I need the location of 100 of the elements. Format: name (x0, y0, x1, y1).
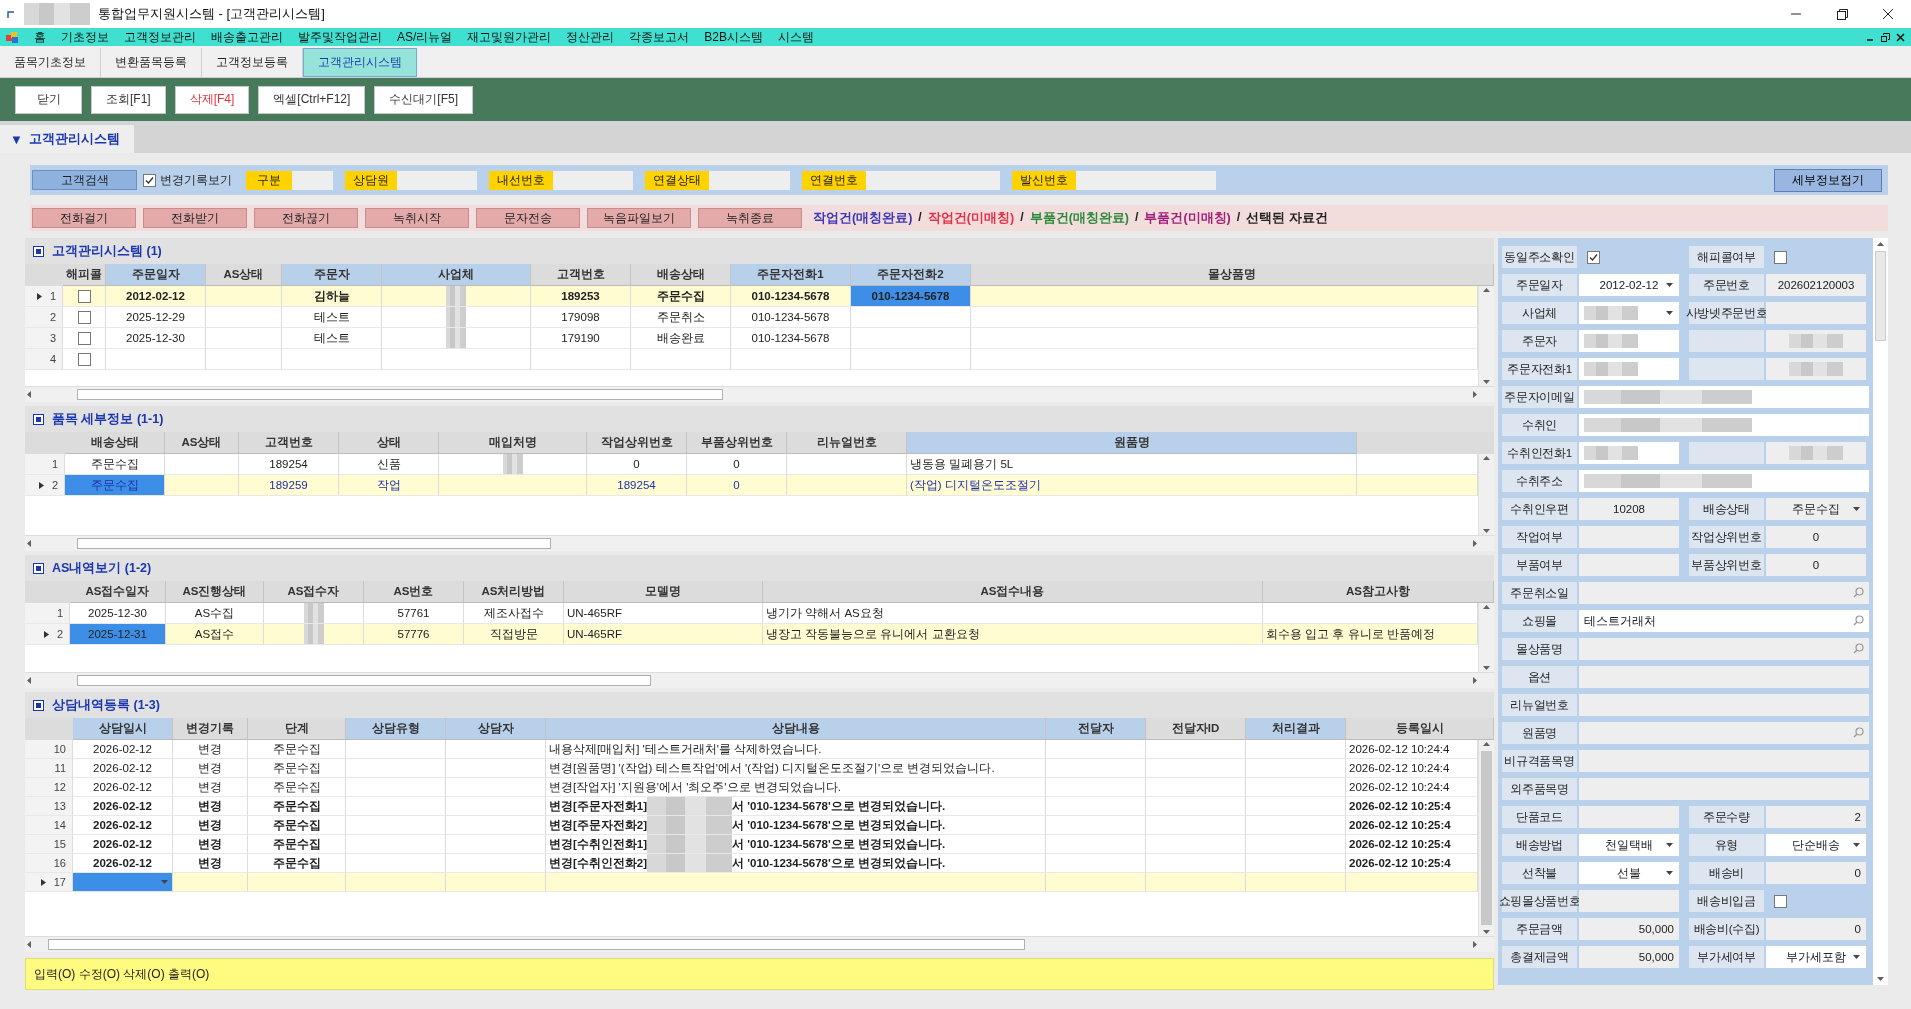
column-header[interactable]: AS번호 (364, 581, 464, 603)
call-button[interactable]: 문자전송 (476, 208, 580, 228)
search-icon[interactable] (1853, 643, 1864, 654)
input-field[interactable] (1076, 170, 1216, 190)
close-icon[interactable] (1896, 32, 1905, 42)
text-field[interactable]: 50,000 (1579, 918, 1679, 940)
vertical-scrollbar[interactable] (1478, 603, 1494, 672)
search-button[interactable]: 고객검색 (32, 170, 137, 190)
collapse-button[interactable]: 세부정보접기 (1774, 168, 1882, 192)
column-header[interactable]: AS진행상태 (166, 581, 264, 603)
column-header[interactable]: 변경기록 (173, 718, 248, 740)
column-header[interactable]: 단계 (248, 718, 346, 740)
scroll-right-icon[interactable] (1470, 676, 1479, 685)
call-button[interactable]: 녹취종료 (698, 208, 802, 228)
text-field[interactable] (1579, 526, 1679, 548)
checkbox[interactable] (77, 331, 91, 345)
table-row[interactable]: 11 2026-02-12 변경 주문수집 변경[원품명] '(작업) 테스트작업'에서 '(작업) 디지털온도조절기'으로 변경되었습니다. 2026-02-12 10:24:4 (25, 759, 1478, 778)
text-field[interactable]: 0 (1766, 862, 1866, 884)
column-header[interactable]: 부품상위번호 (687, 432, 787, 454)
horizontal-scrollbar[interactable] (25, 386, 1494, 402)
column-header[interactable]: 주문일자 (106, 264, 206, 286)
input-field[interactable] (553, 170, 633, 190)
column-header[interactable]: AS상태 (165, 432, 239, 454)
checkbox[interactable] (77, 289, 91, 303)
menu-item[interactable]: 고객정보관리 (124, 28, 196, 46)
search-field[interactable] (1579, 638, 1869, 660)
scroll-right-icon[interactable] (1470, 390, 1479, 399)
menu-item[interactable]: 시스템 (778, 28, 815, 46)
menu-item[interactable]: AS/리뉴얼 (397, 28, 453, 46)
column-header[interactable]: 해피콜 (63, 264, 106, 286)
horizontal-scrollbar[interactable] (25, 936, 1494, 952)
dropdown-field[interactable] (73, 873, 172, 891)
toolbar-button[interactable]: 닫기 (15, 85, 82, 114)
toolbar-button[interactable]: 수신대기[F5] (374, 85, 474, 114)
dropdown-field[interactable]: 주문수집 (1766, 498, 1866, 520)
collapse-arrow[interactable]: ▼ (10, 131, 23, 147)
scroll-left-icon[interactable] (25, 390, 34, 399)
column-header[interactable]: 주문자 (282, 264, 382, 286)
column-header[interactable]: 전달자 (1046, 718, 1146, 740)
text-field[interactable] (1579, 666, 1869, 688)
call-button[interactable]: 전화끊기 (254, 208, 358, 228)
table-row[interactable]: 16 2026-02-12 변경 주문수집 변경[수취인전화2] 서 '010-1234-5678'으로 변경되었습니다. 2026-02-12 10:25:4 (25, 854, 1478, 873)
restore-icon[interactable] (1881, 32, 1890, 42)
call-button[interactable]: 녹취시작 (365, 208, 469, 228)
column-header[interactable]: 배송상태 (631, 264, 731, 286)
column-header[interactable]: 매입처명 (439, 432, 587, 454)
text-field[interactable]: 202602120003 (1766, 274, 1866, 296)
table-row[interactable]: 1 2012-02-12 김하늘 189253 주문수집 010-1234-5678 010-1234-5678 (25, 286, 1478, 307)
menu-item[interactable]: 기초정보 (61, 28, 109, 46)
menu-item[interactable]: 재고및원가관리 (467, 28, 552, 46)
text-field[interactable] (1579, 386, 1869, 408)
scroll-up-icon[interactable] (1876, 240, 1885, 249)
column-header[interactable]: 작업상위번호 (587, 432, 687, 454)
table-row[interactable]: 12 2026-02-12 변경 주문수집 변경[작업자] '지원용'에서 '최오주'으로 변경되었습니다. 2026-02-12 10:24:4 (25, 778, 1478, 797)
search-icon[interactable] (1853, 727, 1864, 738)
column-header[interactable]: 주문자전화2 (851, 264, 971, 286)
column-header[interactable]: AS접수자 (264, 581, 364, 603)
dropdown-field[interactable]: 선불 (1579, 862, 1679, 884)
menu-item[interactable]: 홈 (34, 28, 46, 46)
text-field[interactable]: 0 (1766, 554, 1866, 576)
toolbar-button[interactable]: 엑셀[Ctrl+F12] (258, 85, 366, 114)
scroll-down-icon[interactable] (1876, 974, 1885, 983)
table-row[interactable]: 4 (25, 349, 1478, 370)
table-row[interactable]: 2 주문수집 189259 작업 189254 0 (작업) 디지털온도조절기 (25, 475, 1478, 496)
text-field[interactable] (1579, 414, 1869, 436)
column-header[interactable]: 상담일시 (73, 718, 173, 740)
table-row[interactable]: 17 (25, 873, 1478, 892)
checkbox[interactable] (1774, 894, 1787, 908)
column-header[interactable]: AS참고사항 (1263, 581, 1494, 603)
table-row[interactable]: 1 주문수집 189254 신품 0 0 냉동용 밀폐용기 5L (25, 454, 1478, 475)
search-icon[interactable] (1853, 587, 1864, 598)
table-cell[interactable]: 2025-12-31 (70, 624, 165, 644)
square-toggle-icon[interactable] (33, 413, 44, 425)
scroll-left-icon[interactable] (25, 940, 34, 949)
text-field[interactable] (1579, 778, 1869, 800)
square-toggle-icon[interactable] (33, 245, 44, 257)
input-field[interactable] (397, 170, 477, 190)
vertical-scrollbar[interactable] (1478, 286, 1494, 386)
dropdown-field[interactable]: 천일택배 (1579, 834, 1679, 856)
call-button[interactable]: 녹음파일보기 (587, 208, 691, 228)
tab[interactable]: 품목기초정보 (0, 48, 101, 77)
table-row[interactable]: 2 2025-12-29 테스트 179098 주문취소 010-1234-5678 (25, 307, 1478, 328)
input-field[interactable] (866, 170, 1000, 190)
checkbox[interactable] (77, 352, 91, 366)
column-header[interactable]: 모델명 (564, 581, 763, 603)
horizontal-scrollbar[interactable] (25, 672, 1494, 688)
menu-item[interactable]: 배송출고관리 (211, 28, 283, 46)
column-header[interactable]: 상태 (339, 432, 439, 454)
table-row[interactable]: 13 2026-02-12 변경 주문수집 변경[주문자전화1] 서 '010-1234-5678'으로 변경되었습니다. 2026-02-12 10:25:4 (25, 797, 1478, 816)
scroll-right-icon[interactable] (1470, 539, 1479, 548)
text-field[interactable] (1579, 358, 1679, 380)
vertical-scrollbar[interactable] (1478, 454, 1494, 535)
tab[interactable]: 고객관리시스템 (303, 48, 417, 77)
scroll-thumb[interactable] (1481, 751, 1492, 925)
column-header[interactable]: AS처리방법 (464, 581, 564, 603)
call-button[interactable]: 전화걸기 (32, 208, 136, 228)
column-header[interactable]: 상담자 (446, 718, 546, 740)
column-header[interactable]: 사업체 (382, 264, 531, 286)
scroll-right-icon[interactable] (1470, 940, 1479, 949)
table-row[interactable]: 10 2026-02-12 변경 주문수집 내용삭제[매입처] '테스트거래처'를 삭제하였습니다. 2026-02-12 10:24:4 (25, 740, 1478, 759)
